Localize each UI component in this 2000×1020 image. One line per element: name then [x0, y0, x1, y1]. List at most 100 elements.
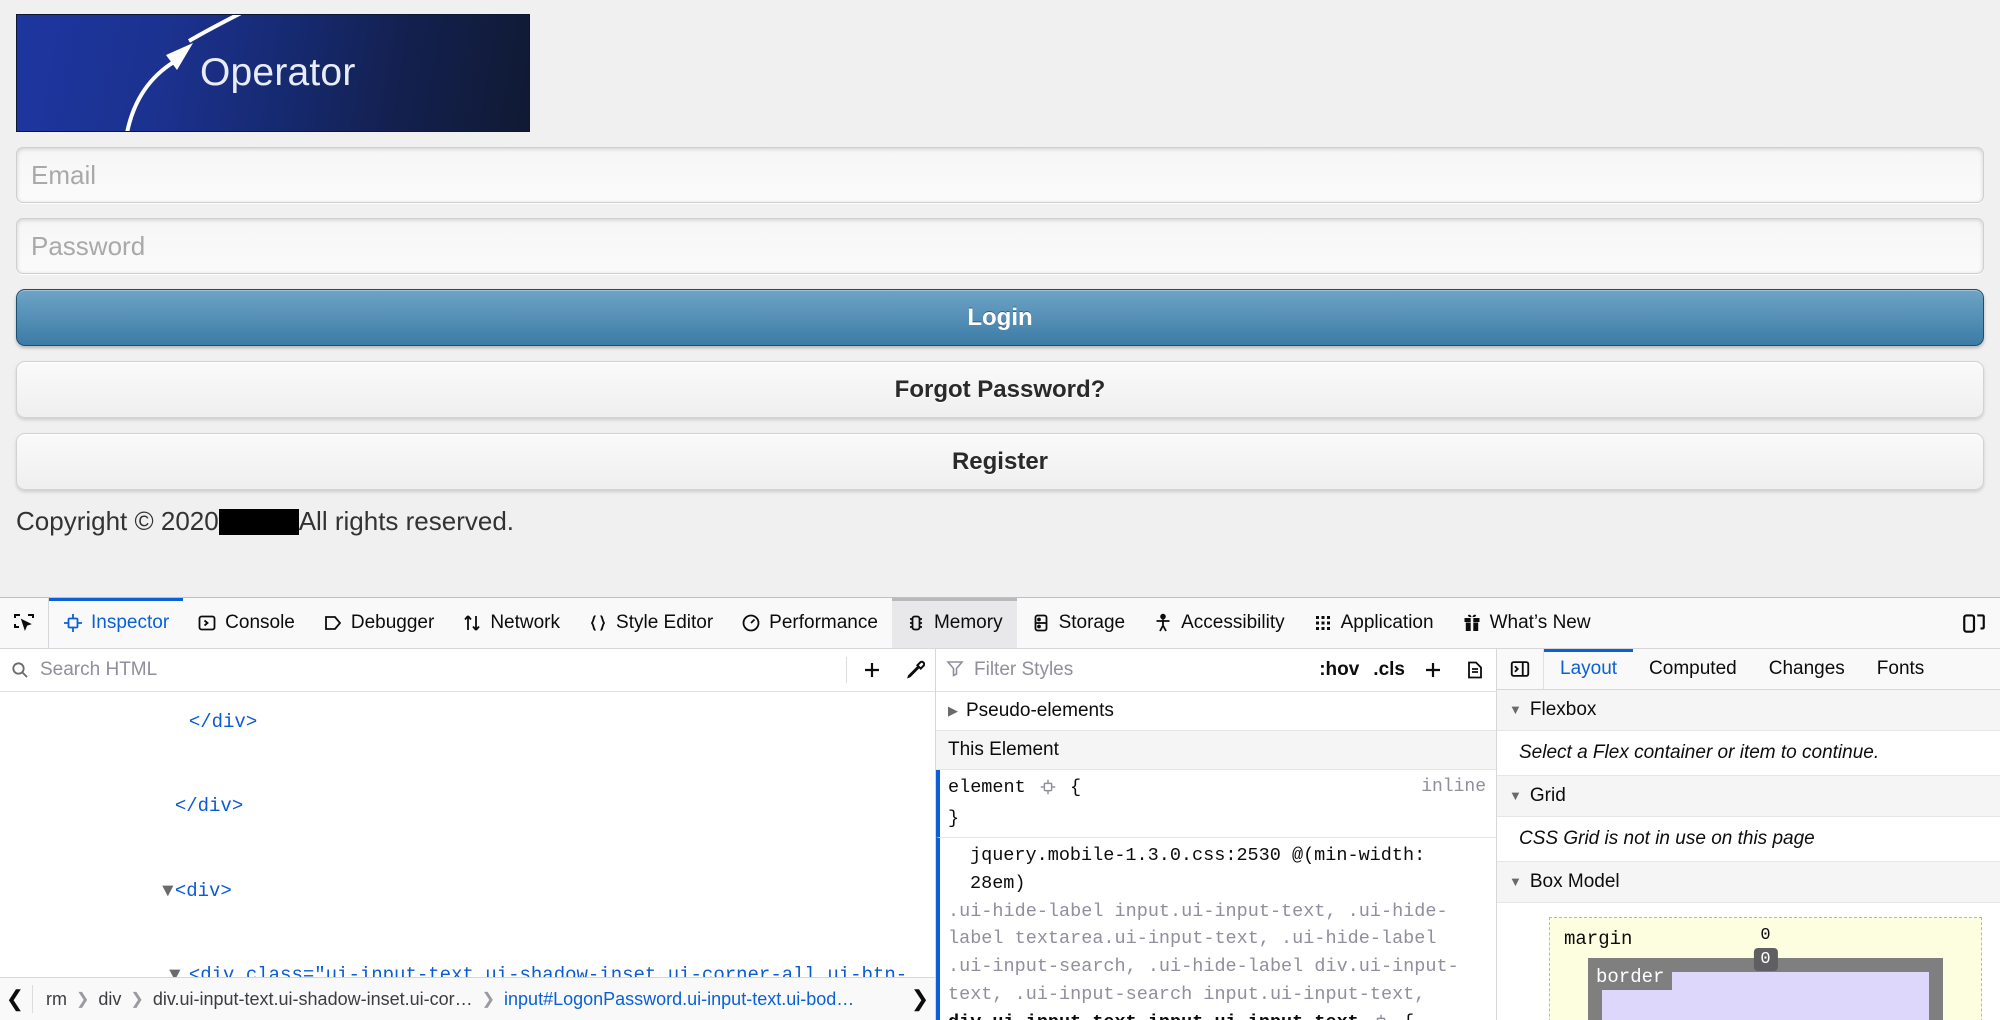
inspector-target-icon[interactable]: [1373, 1012, 1389, 1020]
filter-styles-input[interactable]: [972, 658, 1313, 682]
inspector-target-icon[interactable]: [1040, 777, 1056, 805]
password-placeholder: Password: [31, 230, 146, 261]
rule-selector-nonmatching: .ui-hide-label input.ui-input-text, .ui-…: [948, 900, 1459, 1005]
web-page-content: Operator Email Password Login Forgot Pas…: [0, 0, 2000, 597]
chevron-right-icon: ❯: [76, 991, 90, 1008]
rule-selector-line: .ui-hide-label input.ui-input-text, .ui-…: [948, 898, 1486, 1020]
tab-accessibility[interactable]: Accessibility: [1139, 598, 1298, 648]
inspector-target-icon: [63, 613, 83, 633]
markup-row-text: <div>: [174, 879, 232, 902]
forgot-password-button[interactable]: Forgot Password?: [16, 361, 1984, 418]
box-model-border-label: border: [1588, 963, 1673, 990]
tab-memory[interactable]: Memory: [891, 598, 1017, 648]
eyedropper-icon[interactable]: [893, 650, 935, 690]
tab-console[interactable]: Console: [183, 598, 309, 648]
breadcrumb-item-form[interactable]: rm: [37, 989, 76, 1010]
toolbar-divider: [846, 657, 847, 683]
markup-search-bar: [0, 649, 935, 692]
devtools-tab-list: Inspector Console Debugger Network Style…: [49, 598, 1948, 648]
tab-storage[interactable]: Storage: [1017, 598, 1140, 648]
login-button[interactable]: Login: [16, 289, 1984, 346]
tab-performance[interactable]: Performance: [727, 598, 892, 648]
chevron-left-icon[interactable]: ❮: [2, 986, 28, 1012]
chevron-right-icon: ❯: [130, 991, 144, 1008]
console-prompt-icon: [197, 613, 217, 633]
add-rule-plus-icon[interactable]: [1412, 650, 1454, 690]
twisty-open-icon[interactable]: ▼: [161, 877, 175, 905]
element-inline-rule[interactable]: inline element { }: [936, 770, 1496, 839]
markup-row[interactable]: ▼<div>: [0, 849, 935, 933]
tab-inspector-label: Inspector: [91, 612, 170, 633]
tab-whats-new[interactable]: What’s New: [1448, 598, 1605, 648]
rule-open-brace: {: [1403, 1012, 1414, 1020]
twisty-open-icon[interactable]: ▼: [1509, 874, 1522, 889]
breadcrumb-item-div[interactable]: div: [89, 989, 130, 1010]
search-input[interactable]: [38, 658, 842, 682]
box-model-margin-top-value[interactable]: 0: [1760, 926, 1770, 945]
tab-debugger[interactable]: Debugger: [309, 598, 448, 648]
copyright-prefix: Copyright © 2020: [16, 506, 219, 536]
tab-changes[interactable]: Changes: [1753, 649, 1861, 689]
rule-source-line[interactable]: jquery.mobile-1.3.0.css:2530 @(min-width…: [948, 842, 1486, 898]
tab-network-label: Network: [490, 612, 561, 633]
box-model-margin-label: margin: [1564, 927, 1633, 950]
email-placeholder: Email: [31, 159, 97, 190]
markup-pane: </div> </div> ▼<div> ▼<div class="ui-inp…: [0, 649, 936, 1020]
layout-pane: Layout Computed Changes Fonts ▼ Flexbox …: [1497, 649, 2000, 1020]
rules-list[interactable]: ▶ Pseudo-elements This Element inline el…: [936, 692, 1496, 1020]
password-field[interactable]: Password: [16, 218, 1984, 274]
markup-row[interactable]: ▼ <div class="ui-input-text ui-shadow-ins…: [0, 933, 935, 977]
twisty-closed-icon[interactable]: ▶: [948, 703, 958, 719]
email-field[interactable]: Email: [16, 147, 1984, 203]
hov-button[interactable]: :hov: [1312, 659, 1366, 681]
breadcrumb-item-input[interactable]: input#LogonPassword.ui-input-text.ui-bod…: [495, 989, 863, 1010]
markup-row-text: </div>: [174, 795, 244, 818]
gift-icon: [1462, 613, 1482, 633]
cls-button[interactable]: .cls: [1366, 659, 1412, 681]
twisty-open-icon[interactable]: ▼: [169, 961, 189, 977]
flexbox-note: Select a Flex container or item to conti…: [1497, 730, 2000, 776]
markup-tree[interactable]: </div> </div> ▼<div> ▼ <div class="ui-inp…: [0, 692, 935, 977]
tab-accessibility-label: Accessibility: [1181, 612, 1285, 633]
sidebar-toggle-icon[interactable]: [1497, 649, 1544, 689]
box-model-border-top-value[interactable]: 0: [1753, 947, 1778, 971]
box-model-diagram[interactable]: margin 0 border 0: [1497, 902, 2000, 1020]
tab-layout[interactable]: Layout: [1544, 649, 1634, 689]
rules-pane: :hov .cls ▶ Pseudo-elements: [936, 649, 1497, 1020]
plus-icon[interactable]: [851, 650, 893, 690]
braces-icon: [588, 613, 608, 633]
breadcrumb-item-wrapper-div[interactable]: div.ui-input-text.ui-shadow-inset.ui-cor…: [144, 989, 482, 1010]
tab-inspector[interactable]: Inspector: [49, 598, 184, 648]
chevron-right-scroll-icon[interactable]: ❯: [907, 986, 933, 1012]
breadcrumb-divider: [32, 985, 33, 1013]
pseudo-elements-section[interactable]: ▶ Pseudo-elements: [936, 692, 1496, 731]
tab-application[interactable]: Application: [1299, 598, 1448, 648]
accessibility-person-icon: [1153, 613, 1173, 633]
jquery-mobile-rule[interactable]: jquery.mobile-1.3.0.css:2530 @(min-width…: [936, 838, 1496, 1020]
chevron-right-icon: ❯: [481, 991, 496, 1008]
tab-storage-label: Storage: [1058, 612, 1126, 633]
pseudo-elements-label: Pseudo-elements: [966, 700, 1114, 721]
tab-fonts[interactable]: Fonts: [1861, 649, 1941, 689]
box-model-margin-region[interactable]: margin 0 border 0: [1549, 916, 1982, 1020]
box-model-section-header[interactable]: ▼ Box Model: [1497, 861, 2000, 903]
rule-source-inline: inline: [1421, 777, 1486, 797]
register-button[interactable]: Register: [16, 433, 1984, 490]
tab-network[interactable]: Network: [448, 598, 574, 648]
tab-style-editor[interactable]: Style Editor: [574, 598, 727, 648]
tab-console-label: Console: [225, 612, 295, 633]
document-icon[interactable]: [1454, 650, 1496, 690]
markup-row[interactable]: </div>: [0, 764, 935, 848]
devtools-panel: Inspector Console Debugger Network Style…: [0, 597, 2000, 1020]
copyright-suffix: All rights reserved.: [298, 506, 515, 536]
twisty-open-icon[interactable]: ▼: [1509, 788, 1522, 803]
logo-text: Operator: [200, 51, 356, 94]
tab-computed[interactable]: Computed: [1633, 649, 1753, 689]
dock-panel-icon[interactable]: [1948, 598, 2000, 648]
markup-row[interactable]: </div>: [0, 692, 935, 764]
grid-section-header[interactable]: ▼ Grid: [1497, 775, 2000, 817]
application-grid-icon: [1313, 613, 1333, 633]
flexbox-section-header[interactable]: ▼ Flexbox: [1497, 689, 2000, 731]
element-picker-icon[interactable]: [0, 598, 49, 648]
twisty-open-icon[interactable]: ▼: [1509, 702, 1522, 717]
